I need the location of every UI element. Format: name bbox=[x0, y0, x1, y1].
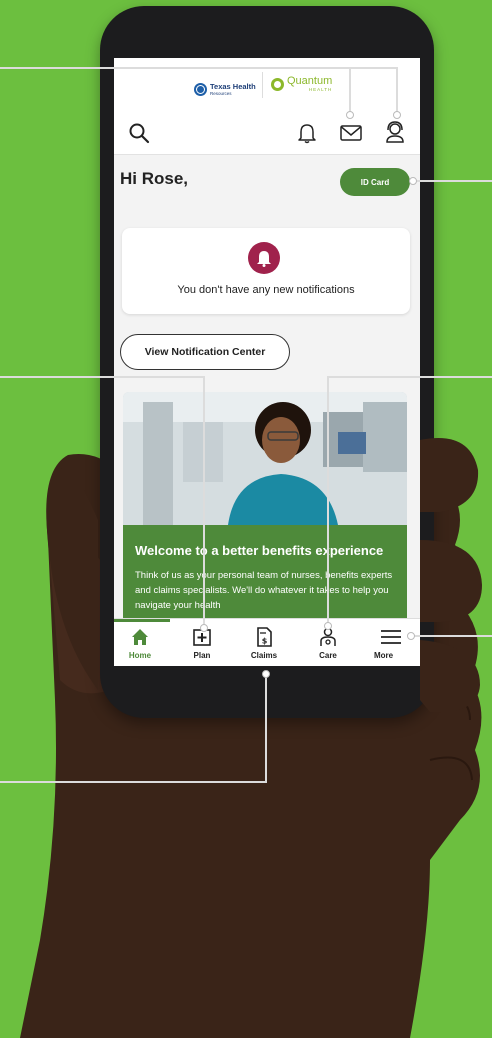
callout-dot-support bbox=[393, 111, 401, 119]
callout-dot-more bbox=[407, 632, 415, 640]
fingers-overlay bbox=[46, 438, 482, 713]
callout-dot-plan bbox=[200, 624, 208, 632]
callout-line-idcard bbox=[412, 180, 492, 182]
callout-line-care bbox=[327, 376, 492, 378]
callout-line-more bbox=[410, 635, 492, 637]
callout-dot-claims bbox=[262, 670, 270, 678]
callout-line-plan-v bbox=[203, 376, 205, 626]
callout-line-messages bbox=[349, 67, 351, 113]
callout-line-care-v bbox=[327, 376, 329, 624]
callout-dot-care bbox=[324, 622, 332, 630]
callout-dot-messages bbox=[346, 111, 354, 119]
callout-line-claims bbox=[0, 781, 267, 783]
callout-dot-idcard bbox=[409, 177, 417, 185]
callout-line-claims-v bbox=[265, 672, 267, 782]
callout-line-support bbox=[396, 67, 398, 113]
callout-line-plan bbox=[0, 376, 204, 378]
callout-line-top bbox=[0, 67, 398, 69]
